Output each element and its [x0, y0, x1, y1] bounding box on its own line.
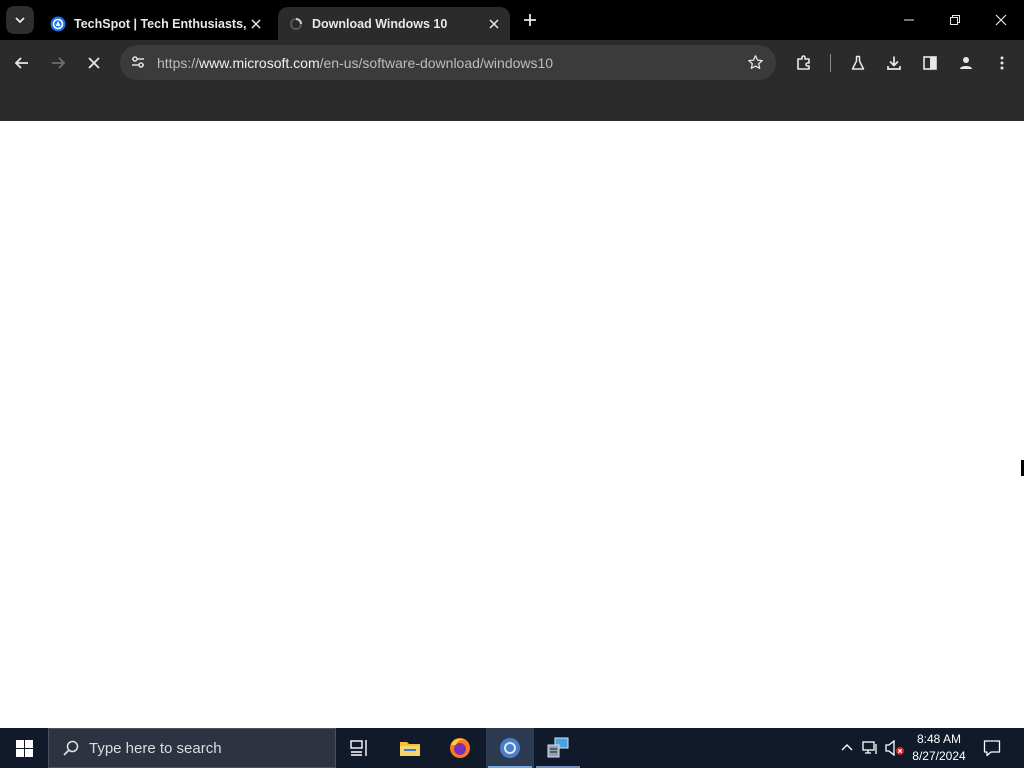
side-panel-button[interactable] — [915, 48, 945, 78]
restore-icon — [950, 15, 960, 25]
file-explorer-button[interactable] — [386, 728, 434, 768]
notification-icon — [983, 740, 1001, 757]
side-panel-icon — [923, 56, 937, 70]
clock-time: 8:48 AM — [916, 732, 962, 746]
more-vertical-icon — [1000, 56, 1004, 70]
puzzle-icon — [797, 55, 810, 70]
network-tool-icon — [547, 737, 569, 758]
firefox-button[interactable] — [436, 728, 484, 768]
url-text[interactable]: https://www.microsoft.com/en-us/software… — [157, 55, 553, 71]
tab-search-button[interactable] — [6, 6, 34, 34]
star-icon — [747, 54, 763, 69]
menu-button[interactable] — [987, 48, 1017, 78]
volume-button[interactable] — [885, 738, 905, 758]
volume-muted-icon — [885, 740, 904, 756]
close-icon — [995, 14, 1007, 26]
network-tool-button[interactable] — [534, 728, 582, 768]
tab-title: TechSpot | Tech Enthusiasts, Po — [74, 16, 246, 31]
minimize-button[interactable] — [886, 0, 932, 40]
new-tab-button[interactable] — [518, 8, 542, 32]
chrome-button[interactable] — [486, 728, 534, 768]
restore-button[interactable] — [932, 0, 978, 40]
techspot-logo-icon — [50, 16, 66, 32]
person-icon — [960, 57, 972, 69]
loading-spinner-icon — [288, 16, 304, 32]
file-explorer-icon — [400, 742, 420, 756]
task-view-icon — [350, 740, 367, 756]
firefox-icon — [450, 738, 470, 758]
network-icon — [862, 741, 877, 754]
chevron-down-icon — [15, 17, 25, 24]
forward-button[interactable] — [43, 48, 73, 78]
minimize-icon — [904, 19, 914, 21]
close-tab-icon[interactable] — [484, 14, 504, 34]
chrome-icon — [500, 738, 520, 758]
site-info-button[interactable] — [126, 50, 150, 74]
close-window-button[interactable] — [978, 0, 1024, 40]
profile-button[interactable] — [951, 48, 981, 78]
bookmarks-bar — [0, 85, 1024, 121]
tab-techspot[interactable]: TechSpot | Tech Enthusiasts, Po — [40, 7, 272, 40]
url-scheme: https:// — [157, 55, 200, 71]
action-center-button[interactable] — [980, 736, 1004, 760]
start-button[interactable] — [0, 728, 48, 768]
windows-logo-icon — [15, 739, 33, 757]
clock-date: 8/27/2024 — [912, 749, 966, 763]
taskbar: Type here to search 8:48 AM 8/27/2024 — [0, 728, 1024, 768]
page-content[interactable] — [0, 121, 1024, 728]
task-view-button[interactable] — [336, 728, 384, 768]
arrow-left-icon — [14, 57, 28, 69]
system-clock[interactable]: 8:48 AM 8/27/2024 — [904, 731, 974, 765]
network-status-button[interactable] — [861, 738, 881, 758]
address-bar[interactable]: https://www.microsoft.com/en-us/software… — [120, 45, 776, 80]
close-tab-icon[interactable] — [246, 14, 266, 34]
search-placeholder: Type here to search — [89, 739, 222, 757]
close-icon — [88, 57, 100, 69]
url-host: www.microsoft.com — [199, 55, 320, 71]
tab-download-windows[interactable]: Download Windows 10 — [278, 7, 510, 40]
plus-icon — [524, 14, 536, 26]
back-button[interactable] — [7, 48, 37, 78]
tab-strip: TechSpot | Tech Enthusiasts, Po Download… — [0, 0, 1024, 40]
flask-icon — [851, 55, 865, 70]
browser-toolbar: https://www.microsoft.com/en-us/software… — [0, 40, 1024, 85]
downloads-button[interactable] — [879, 48, 909, 78]
url-path: /en-us/software-download/windows10 — [319, 55, 554, 71]
toolbar-divider — [830, 54, 831, 72]
taskbar-search-box[interactable]: Type here to search — [48, 728, 336, 768]
tune-icon — [132, 56, 144, 68]
labs-button[interactable] — [843, 48, 873, 78]
bookmark-star-button[interactable] — [744, 51, 766, 73]
arrow-right-icon — [52, 57, 66, 69]
stop-loading-button[interactable] — [79, 48, 109, 78]
show-hidden-icons-button[interactable] — [837, 738, 857, 758]
tab-title: Download Windows 10 — [312, 16, 448, 31]
chevron-up-icon — [841, 744, 853, 751]
search-icon — [61, 738, 81, 758]
download-icon — [887, 56, 901, 70]
extensions-button[interactable] — [789, 48, 819, 78]
